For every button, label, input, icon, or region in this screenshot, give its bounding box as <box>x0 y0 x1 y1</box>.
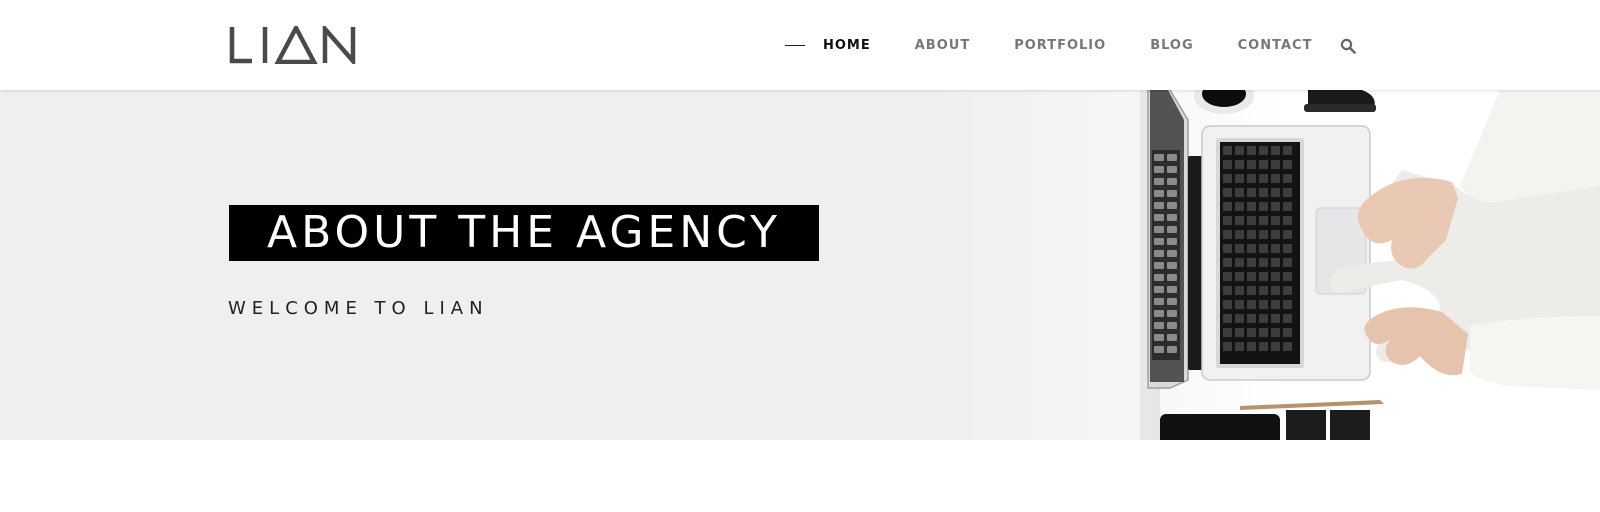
nav-item-home[interactable]: HOME <box>823 38 871 53</box>
search-icon[interactable] <box>1340 38 1356 54</box>
site-header: HOME ABOUT PORTFOLIO BLOG CONTACT <box>0 0 1600 90</box>
main-nav: HOME ABOUT PORTFOLIO BLOG CONTACT <box>785 0 1356 90</box>
active-indicator-dash <box>785 44 805 46</box>
nav-item-blog[interactable]: BLOG <box>1150 38 1193 53</box>
hero-banner: ABOUT THE AGENCY WELCOME TO LIAN <box>0 90 1600 440</box>
hero-title: ABOUT THE AGENCY <box>267 207 781 258</box>
nav-item-contact[interactable]: CONTACT <box>1238 38 1313 53</box>
nav-item-about[interactable]: ABOUT <box>915 38 970 53</box>
lian-logo <box>229 26 356 64</box>
laptop-hands-photo <box>1140 90 1600 440</box>
hero-subtitle: WELCOME TO LIAN <box>228 298 489 319</box>
hero-title-box: ABOUT THE AGENCY <box>229 205 819 261</box>
nav-item-portfolio[interactable]: PORTFOLIO <box>1014 38 1106 53</box>
